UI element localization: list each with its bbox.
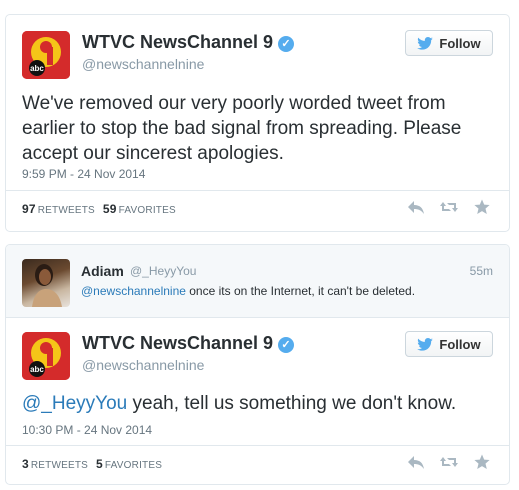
author-handle[interactable]: @newschannelnine — [82, 357, 204, 373]
favorites-label[interactable]: FAVORITES — [105, 460, 162, 471]
author-name[interactable]: WTVC NewsChannel 9 ✓ — [82, 333, 295, 354]
tweet-text-body: yeah, tell us something we don't know. — [127, 393, 457, 414]
follow-button[interactable]: Follow — [405, 331, 493, 357]
favorite-star-icon[interactable] — [473, 199, 491, 215]
tweet-stats: 3 RETWEETS 5 FAVORITES — [22, 457, 162, 471]
tweet-card-1: abc WTVC NewsChannel 9 ✓ @newschannelnine… — [5, 14, 510, 232]
retweet-icon[interactable] — [439, 454, 459, 470]
svg-text:abc: abc — [30, 64, 44, 73]
tweet-stats: 97 RETWEETS 59 FAVORITES — [22, 202, 176, 216]
favorites-label[interactable]: FAVORITES — [119, 205, 176, 216]
reply-mention-link[interactable]: @newschannelnine — [81, 284, 186, 298]
reply-author-name[interactable]: Adiam — [81, 263, 124, 279]
divider — [6, 190, 509, 191]
in-reply-to-tweet[interactable]: Adiam @_HeyyYou 55m @newschannelnine onc… — [6, 245, 509, 318]
favorite-star-icon[interactable] — [473, 454, 491, 470]
retweet-icon[interactable] — [439, 199, 459, 215]
follow-button[interactable]: Follow — [405, 30, 493, 56]
verified-icon: ✓ — [278, 36, 295, 52]
divider — [6, 445, 509, 446]
wtvc-logo-avatar[interactable]: abc — [22, 31, 70, 79]
reply-time[interactable]: 55m — [470, 264, 493, 278]
author-name-text[interactable]: WTVC NewsChannel 9 — [82, 32, 273, 52]
retweet-count[interactable]: 97 — [22, 202, 36, 216]
tweet-timestamp[interactable]: 10:30 PM - 24 Nov 2014 — [22, 423, 152, 437]
author-name-text[interactable]: WTVC NewsChannel 9 — [82, 333, 273, 353]
reply-text: @newschannelnine once its on the Interne… — [81, 284, 415, 298]
svg-text:abc: abc — [30, 365, 44, 374]
tweet-timestamp[interactable]: 9:59 PM - 24 Nov 2014 — [22, 167, 145, 181]
author-handle[interactable]: @newschannelnine — [82, 56, 204, 72]
reply-icon[interactable] — [407, 199, 425, 215]
twitter-bird-icon — [417, 36, 434, 50]
reply-author-handle[interactable]: @_HeyyYou — [130, 264, 196, 278]
retweets-label[interactable]: RETWEETS — [38, 205, 95, 216]
reply-text-body: once its on the Internet, it can't be de… — [185, 284, 416, 298]
tweet-text: @_HeyyYou yeah, tell us something we don… — [22, 391, 492, 416]
twitter-bird-icon — [417, 337, 434, 351]
retweets-label[interactable]: RETWEETS — [31, 460, 88, 471]
reply-icon[interactable] — [407, 454, 425, 470]
adiam-avatar[interactable] — [22, 259, 70, 307]
wtvc-logo-avatar[interactable]: abc — [22, 332, 70, 380]
follow-button-label: Follow — [439, 336, 481, 352]
tweet-mention-link[interactable]: @_HeyyYou — [22, 393, 127, 414]
tweet-text: We've removed our very poorly worded twe… — [22, 93, 462, 164]
verified-icon: ✓ — [278, 337, 295, 353]
favorite-count[interactable]: 59 — [103, 202, 117, 216]
author-name[interactable]: WTVC NewsChannel 9 ✓ — [82, 32, 295, 53]
favorite-count[interactable]: 5 — [96, 457, 103, 471]
tweet-actions — [407, 454, 491, 470]
tweet-actions — [407, 199, 491, 215]
follow-button-label: Follow — [439, 35, 481, 51]
tweet-card-2: Adiam @_HeyyYou 55m @newschannelnine onc… — [5, 244, 510, 485]
retweet-count[interactable]: 3 — [22, 457, 29, 471]
